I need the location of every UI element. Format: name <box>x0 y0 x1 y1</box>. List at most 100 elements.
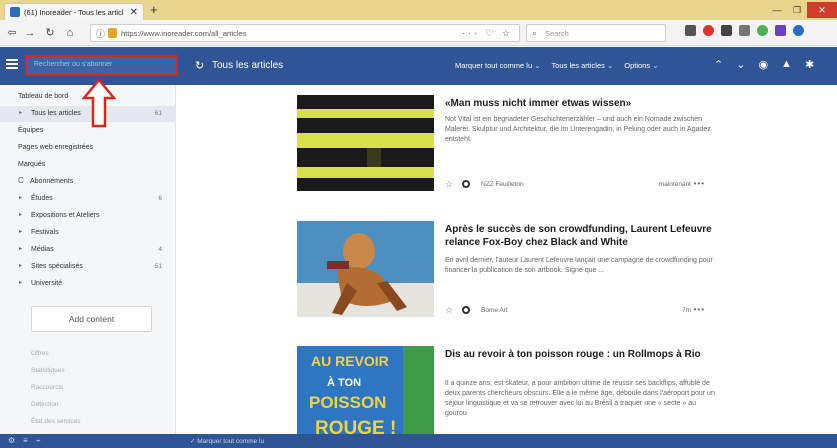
bottom-bar: ⚙≡⌁ ✓ Marquer tout comme lu <box>0 434 837 448</box>
article-source[interactable]: NZZ Feuilleton <box>481 181 524 188</box>
unread-count: 61 <box>154 110 162 117</box>
url-bar[interactable]: ⓘ https://www.inoreader.com/all_articles… <box>90 24 520 42</box>
screenshot-icon[interactable] <box>739 25 750 36</box>
article-snippet: Not Vital ist ein begnadeter Geschichten… <box>445 116 711 143</box>
bottom-mark-all-read[interactable]: ✓ Marquer tout comme lu <box>190 437 264 445</box>
more-icon[interactable]: ••• <box>694 179 705 188</box>
extension-purple-icon[interactable] <box>775 25 786 36</box>
info-icon[interactable]: ⓘ <box>96 27 105 40</box>
back-icon[interactable]: ⇦ <box>4 25 20 41</box>
read-status-icon[interactable] <box>462 180 470 188</box>
sidebar-item-expositions[interactable]: ▸ Expositions et Ateliers <box>0 208 176 224</box>
article-thumbnail[interactable]: AU REVOIR À TON POISSON ROUGE ! <box>297 346 434 442</box>
url-text[interactable]: https://www.inoreader.com/all_articles <box>121 29 246 38</box>
thumb-text: AU REVOIR <box>311 353 389 369</box>
subscriptions-icon: C <box>18 176 24 185</box>
sidebar-item-starred[interactable]: Marqués <box>0 157 176 173</box>
article-time: 7m <box>681 307 691 314</box>
minimize-icon[interactable]: — <box>767 5 787 15</box>
app-header: Rechercher ou s'abonner ↻ Tous les artic… <box>0 47 837 85</box>
search-placeholder: Rechercher ou s'abonner <box>34 61 113 68</box>
chevron-right-icon[interactable]: ▸ <box>19 109 22 116</box>
article-item[interactable]: AU REVOIR À TON POISSON ROUGE ! Dis au r… <box>297 346 717 442</box>
sidebar-item-universite[interactable]: ▸ Université <box>0 276 176 292</box>
sidebar-footer-link[interactable]: État des services <box>31 418 81 425</box>
options-dropdown[interactable]: Options ⌄ <box>624 61 658 70</box>
more-icon[interactable]: ••• <box>694 305 705 314</box>
library-icon[interactable] <box>685 25 696 36</box>
sidebar-footer-link[interactable]: Statistiques <box>31 367 65 374</box>
sidebar-item-festivals[interactable]: ▸ Festivals <box>0 225 176 241</box>
zotero-icon[interactable] <box>721 25 732 36</box>
extension-blue-icon[interactable] <box>793 25 804 36</box>
bottom-icons[interactable]: ⚙≡⌁ <box>8 436 49 445</box>
menu-icon[interactable] <box>6 59 18 71</box>
unread-count: 4 <box>158 246 162 253</box>
unread-count: 51 <box>154 263 162 270</box>
browser-tab[interactable]: (61) Inoreader - Tous les articl ✕ <box>4 3 144 20</box>
browser-nav-bar: ⇦ → ↻ ⌂ ⓘ https://www.inoreader.com/all_… <box>0 20 837 46</box>
extension-green-icon[interactable] <box>757 25 768 36</box>
article-item[interactable]: «Man muss nicht immer etwas wissen» Not … <box>297 95 717 205</box>
sidebar-item-saved-pages[interactable]: Pages web enregistrées <box>0 140 176 156</box>
sidebar-footer-link[interactable]: Détection <box>31 401 58 408</box>
page-actions[interactable]: ··· ♡ ☆ <box>462 28 513 39</box>
browser-tab-strip: (61) Inoreader - Tous les articl ✕ + — ❐… <box>0 0 837 20</box>
header-icons: ⌃ ⌄ ◉ ▲ ✱ <box>714 58 814 71</box>
chevron-up-icon[interactable]: ⌃ <box>714 58 723 71</box>
sidebar-item-subscriptions[interactable]: C Abonnements <box>0 174 176 190</box>
chevron-right-icon[interactable]: ▸ <box>19 279 22 286</box>
chevron-right-icon[interactable]: ▸ <box>19 262 22 269</box>
gear-icon[interactable]: ✱ <box>805 58 814 71</box>
page-title: Tous les articles <box>212 60 284 71</box>
header-actions: Marquer tout comme lu ⌄ Tous les article… <box>455 61 659 70</box>
maximize-icon[interactable]: ❐ <box>787 5 807 16</box>
forward-icon[interactable]: → <box>22 25 38 41</box>
sidebar-item-etudes[interactable]: ▸ Études 6 <box>0 191 176 207</box>
window-close-icon[interactable]: ✕ <box>807 2 837 18</box>
refresh-icon[interactable]: ↻ <box>195 59 204 72</box>
article-snippet: En avril dernier, l'auteur Laurent Lefeu… <box>445 257 713 274</box>
bell-icon[interactable]: ▲ <box>781 58 792 71</box>
new-tab-icon[interactable]: + <box>150 3 158 17</box>
add-content-button[interactable]: Add content <box>31 306 152 332</box>
eye-icon[interactable]: ◉ <box>758 58 768 71</box>
unread-count: 6 <box>158 195 162 202</box>
thumb-text: À TON <box>327 376 361 389</box>
chevron-right-icon[interactable]: ▸ <box>19 194 22 201</box>
view-filter-dropdown[interactable]: Tous les articles ⌄ <box>552 61 614 70</box>
home-icon[interactable]: ⌂ <box>62 25 78 41</box>
article-time: maintenant <box>658 181 691 188</box>
sidebar-item-medias[interactable]: ▸ Médias 4 <box>0 242 176 258</box>
article-item[interactable]: Après le succès de son crowdfunding, Lau… <box>297 221 717 331</box>
read-status-icon[interactable] <box>462 306 470 314</box>
sidebar-footer-link[interactable]: Offres <box>31 350 49 357</box>
article-source[interactable]: Bome Art <box>481 307 508 314</box>
search-input[interactable]: Rechercher ou s'abonner <box>25 55 178 76</box>
article-snippet: Il a quinze ans, est skateur, a pour amb… <box>445 380 715 417</box>
pocket-icon[interactable] <box>703 25 714 36</box>
chevron-down-icon[interactable]: ⌄ <box>736 58 745 71</box>
star-icon[interactable]: ☆ <box>445 179 453 190</box>
sidebar-item-sites-specialises[interactable]: ▸ Sites spécialisés 51 <box>0 259 176 275</box>
chevron-right-icon[interactable]: ▸ <box>19 211 22 218</box>
article-thumbnail[interactable] <box>297 95 434 191</box>
article-thumbnail[interactable] <box>297 221 434 317</box>
browser-search-bar[interactable]: ⌕ Search <box>526 24 666 42</box>
tab-title: (61) Inoreader - Tous les articl <box>24 7 124 17</box>
article-title[interactable]: «Man muss nicht immer etwas wissen» <box>445 97 717 110</box>
reload-icon[interactable]: ↻ <box>42 25 58 41</box>
chevron-right-icon[interactable]: ▸ <box>19 245 22 252</box>
close-icon[interactable]: ✕ <box>130 7 138 18</box>
search-icon: ⌕ <box>532 28 538 38</box>
sidebar-footer-link[interactable]: Raccourcis <box>31 384 63 391</box>
article-title[interactable]: Dis au revoir à ton poisson rouge : un R… <box>445 348 717 361</box>
chevron-right-icon[interactable]: ▸ <box>19 228 22 235</box>
article-title[interactable]: Après le succès de son crowdfunding, Lau… <box>445 223 717 249</box>
sidebar: Tableau de bord ▸ Tous les articles 61 É… <box>0 85 176 434</box>
mark-all-read-button[interactable]: Marquer tout comme lu ⌄ <box>455 61 541 70</box>
article-meta: ☆ NZZ Feuilleton maintenant ••• <box>445 179 715 191</box>
search-input[interactable]: Search <box>545 29 569 38</box>
article-meta: ☆ Bome Art 7m ••• <box>445 305 715 317</box>
star-icon[interactable]: ☆ <box>445 305 453 316</box>
